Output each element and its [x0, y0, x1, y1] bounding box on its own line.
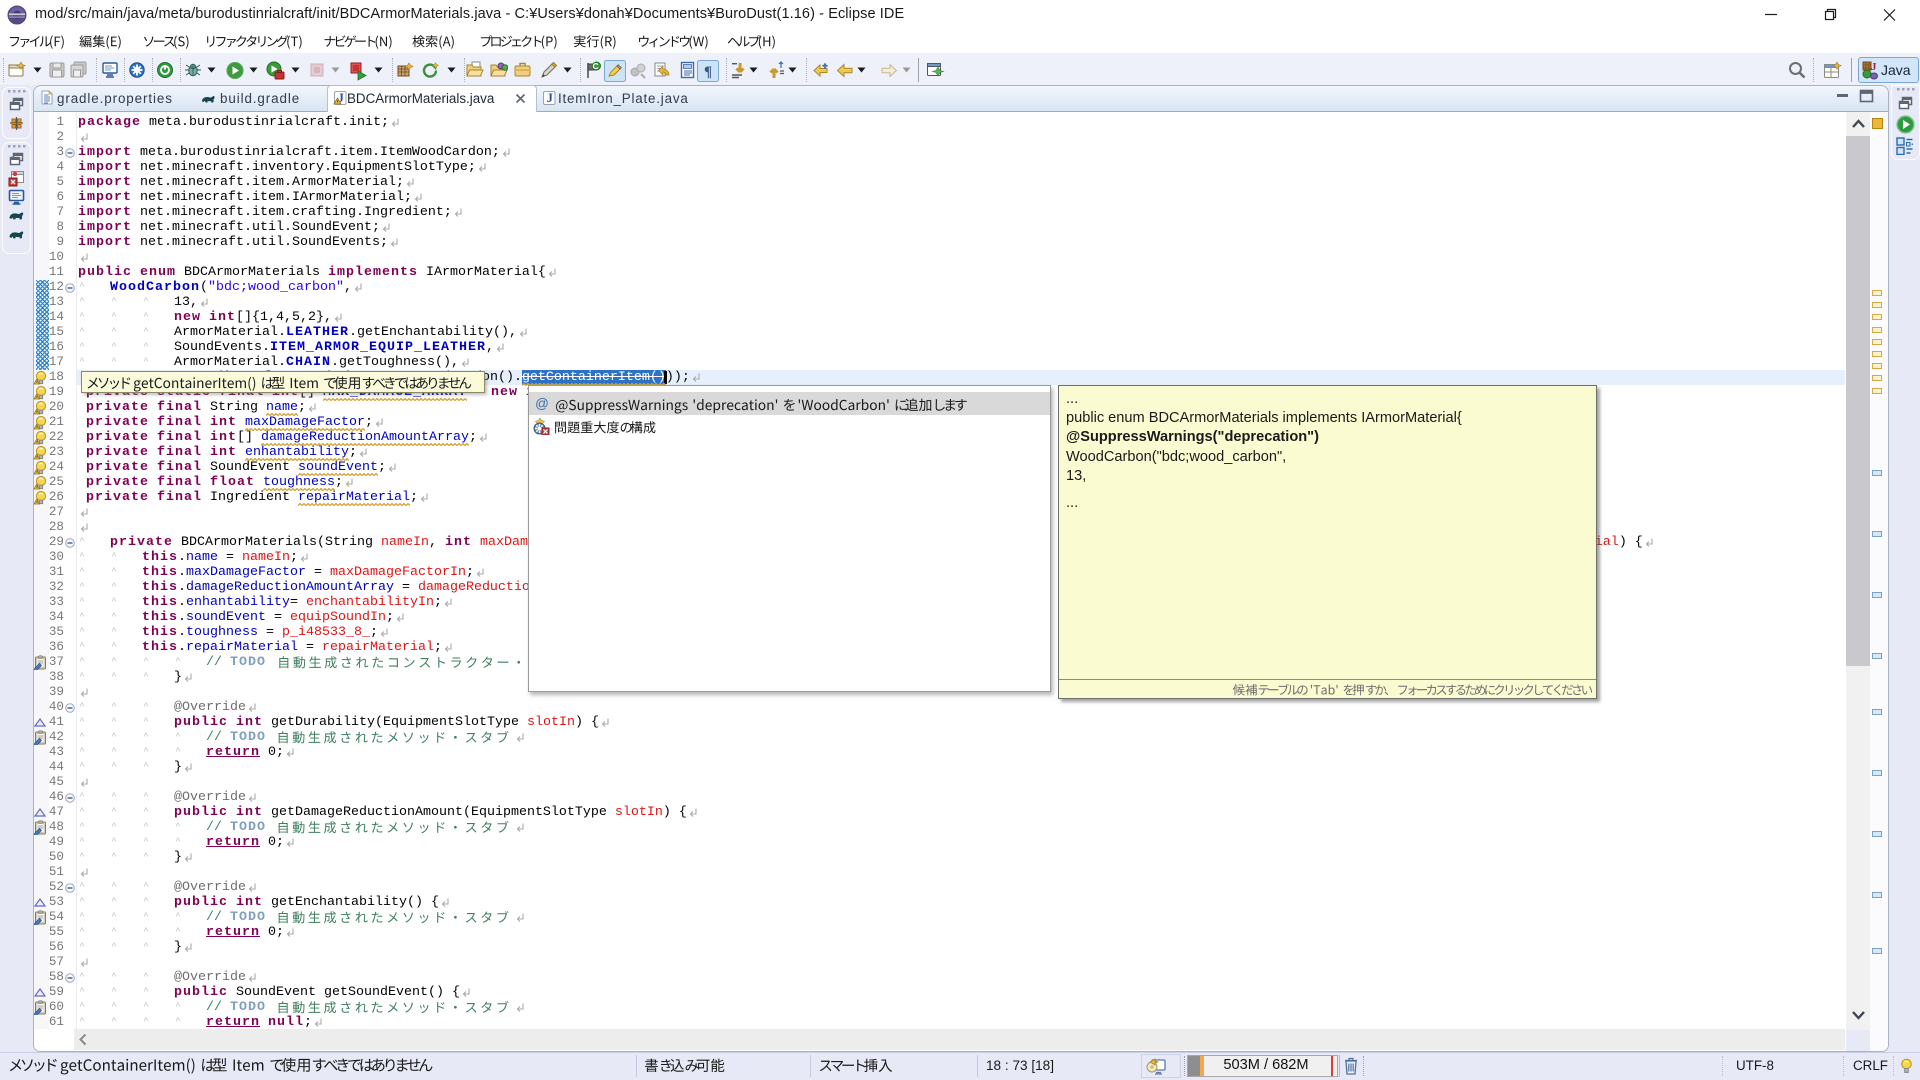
svg-text:J: J	[1871, 61, 1877, 73]
svg-text:¶: ¶	[704, 64, 712, 80]
svg-text:@: @	[535, 397, 549, 411]
svg-text:J: J	[547, 91, 553, 105]
